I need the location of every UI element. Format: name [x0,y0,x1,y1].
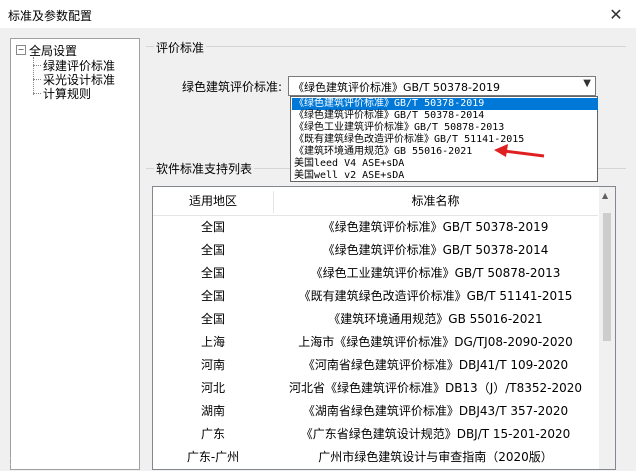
table-row[interactable]: 上海 上海市《绿色建筑评价标准》DG/TJ08-2090-2020 [153,331,598,354]
watermark: 大数据 [10,454,43,467]
table-row[interactable]: 全国 《建筑环境通用规范》GB 55016-2021 [153,308,598,331]
table-row[interactable]: 河北 河北省《绿色建筑评价标准》DB13（J）/T8352-2020 [153,377,598,400]
column-header-region[interactable]: 适用地区 [153,187,273,215]
cell-standard-name: 《既有建筑绿色改造评价标准》GB/T 51141-2015 [298,289,573,303]
tree-connector [33,57,34,95]
settings-tree: − 全局设置 绿建评价标准 采光设计标准 计算规则 [10,38,140,470]
dropdown-option[interactable]: 《绿色工业建筑评价标准》GB/T 50878-2013 [292,122,598,134]
table-row[interactable]: 广东 《广东省绿色建筑设计规范》DBJ/T 15-201-2020 [153,423,598,446]
table-row[interactable]: 广东-广州 广州市绿色建筑设计与审查指南（2020版） [153,446,598,469]
cell-region: 全国 [200,312,225,326]
table-row[interactable]: 河南 《河南省绿色建筑评价标准》DBJ41/T 109-2020 [153,354,598,377]
cell-standard-name: 《湖南省绿色建筑评价标准》DBJ43/T 357-2020 [302,404,569,418]
cell-standard-name: 上海市《绿色建筑评价标准》DG/TJ08-2090-2020 [298,335,573,349]
chevron-down-icon[interactable]: ▼ [583,78,591,89]
cell-region: 河南 [200,358,225,372]
cell-standard-name: 《绿色建筑评价标准》GB/T 50378-2019 [322,220,549,234]
standards-table: 适用地区 标准名称 全国 《绿色建筑评价标准》GB/T 50378-2019 全… [152,186,616,470]
dropdown-option[interactable]: 《绿色建筑评价标准》GB/T 50378-2014 [292,110,598,122]
cell-region: 湖南 [200,404,225,418]
standard-select[interactable]: 《绿色建筑评价标准》GB/T 50378-2019 ▼ [288,76,596,96]
dropdown-option[interactable]: 美国well v2 ASE+sDA [292,170,598,182]
cell-region: 全国 [200,266,225,280]
cell-region: 全国 [200,289,225,303]
cell-standard-name: 《河南省绿色建筑评价标准》DBJ41/T 109-2020 [302,358,569,372]
cell-region: 广东-广州 [186,450,240,464]
standard-dropdown-list: 《绿色建筑评价标准》GB/T 50378-2019 《绿色建筑评价标准》GB/T… [290,96,598,182]
title-bar: 标准及参数配置 ✕ [0,0,636,28]
tree-connector [33,93,41,94]
close-icon: ✕ [609,4,623,24]
standard-select-value: 《绿色建筑评价标准》GB/T 50378-2019 [293,81,500,94]
cell-standard-name: 河北省《绿色建筑评价标准》DB13（J）/T8352-2020 [288,381,583,395]
cell-region: 上海 [200,335,225,349]
tree-item-calc-rules[interactable]: 计算规则 [43,85,91,102]
cell-standard-name: 《广东省绿色建筑设计规范》DBJ/T 15-201-2020 [300,427,571,441]
column-header-standard-name[interactable]: 标准名称 [273,187,598,215]
tree-connector [33,65,41,66]
window-title: 标准及参数配置 [8,9,93,23]
annotation-arrow-icon [494,144,545,158]
cell-standard-name: 《绿色工业建筑评价标准》GB/T 50878-2013 [310,266,561,280]
table-row[interactable]: 全国 《绿色工业建筑评价标准》GB/T 50878-2013 [153,262,598,285]
table-header: 适用地区 标准名称 [153,187,598,216]
support-list-group-title: 软件标准支持列表 [154,160,255,177]
table-row[interactable]: 全国 《既有建筑绿色改造评价标准》GB/T 51141-2015 [153,285,598,308]
cell-region: 全国 [200,220,225,234]
cell-region: 全国 [200,243,225,257]
dropdown-option[interactable]: 《建筑环境通用规范》GB 55016-2021 [292,146,598,158]
cell-standard-name: 广州市绿色建筑设计与审查指南（2020版） [318,450,553,464]
close-button[interactable]: ✕ [596,0,636,28]
table-row[interactable]: 全国 《绿色建筑评价标准》GB/T 50378-2019 [153,216,598,239]
table-row[interactable]: 全国 《绿色建筑评价标准》GB/T 50378-2014 [153,239,598,262]
vertical-scrollbar[interactable]: ▲ [599,187,615,469]
dropdown-option[interactable]: 《绿色建筑评价标准》GB/T 50378-2019 [292,98,598,110]
cell-standard-name: 《绿色建筑评价标准》GB/T 50378-2014 [322,243,549,257]
cell-region: 广东 [200,427,225,441]
tree-connector [33,79,41,80]
cell-standard-name: 《建筑环境通用规范》GB 55016-2021 [328,312,543,326]
standard-label: 绿色建筑评价标准: [182,80,283,94]
dropdown-option[interactable]: 美国leed V4 ASE+sDA [292,158,598,170]
collapse-icon[interactable]: − [16,45,26,55]
evaluation-group-title: 评价标准 [154,39,207,56]
dropdown-option[interactable]: 《既有建筑绿色改造评价标准》GB/T 51141-2015 [292,134,598,146]
scroll-up-icon[interactable]: ▲ [602,191,608,200]
cell-region: 河北 [200,381,225,395]
scrollbar-thumb[interactable] [603,213,611,341]
table-row[interactable]: 湖南 《湖南省绿色建筑评价标准》DBJ43/T 357-2020 [153,400,598,423]
